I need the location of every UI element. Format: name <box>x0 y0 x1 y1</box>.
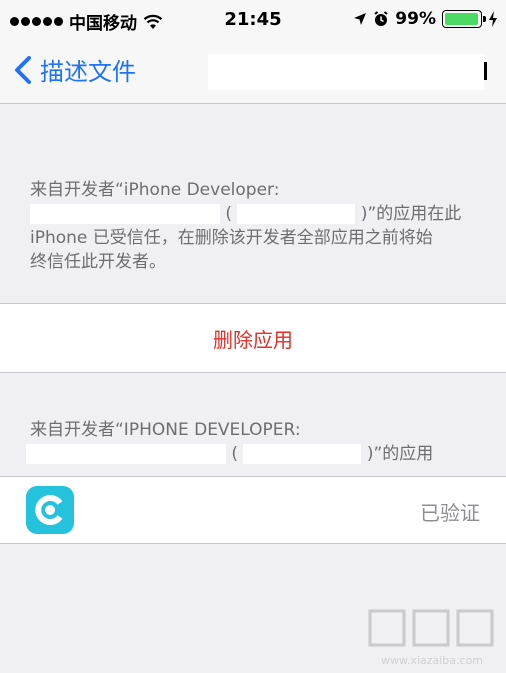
chevron-left-icon <box>15 55 31 84</box>
trust-line-2: ( )”的应用在此 <box>30 202 506 226</box>
back-button[interactable]: 描述文件 <box>12 52 136 87</box>
verified-status: 已验证 <box>420 501 480 525</box>
battery-icon <box>442 10 486 28</box>
apps-section-header: 来自开发者“IPHONE DEVELOPER: ( )”的应用 <box>0 418 506 466</box>
navigation-bar: 描述文件 <box>0 40 506 104</box>
watermark-url: www.xiazaiba.com <box>380 654 484 667</box>
redacted-developer-name <box>30 204 220 224</box>
app-icon <box>26 486 74 534</box>
redacted-title <box>208 54 484 90</box>
trust-line-4: 终信任此开发者。 <box>30 252 166 272</box>
watermark: www.xiazaiba.com <box>366 605 498 667</box>
apps-header-line-2: ( )”的应用 <box>26 442 506 466</box>
charging-icon <box>489 11 497 27</box>
status-bar: 中国移动 21:45 99% <box>0 0 506 40</box>
status-right: 99% <box>353 9 498 29</box>
redacted-developer-id <box>237 204 356 224</box>
redacted-developer-id-2 <box>243 444 362 464</box>
trust-description: 来自开发者“iPhone Developer: ( )”的应用在此 iPhone… <box>0 178 506 274</box>
redacted-developer-name-2 <box>26 444 226 464</box>
title-edge-mark <box>484 62 487 80</box>
delete-app-button[interactable]: 删除应用 <box>0 303 506 373</box>
trust-line-1: 来自开发者“iPhone Developer: <box>30 180 280 200</box>
trust-line-3: iPhone 已受信任，在删除该开发者全部应用之前将始 <box>30 228 433 248</box>
battery-percent: 99% <box>395 9 436 29</box>
location-arrow-icon <box>354 13 367 25</box>
battery-fill <box>445 13 478 25</box>
watermark-logo <box>368 609 494 647</box>
apps-header-line-1: 来自开发者“IPHONE DEVELOPER: <box>30 420 301 440</box>
back-button-label: 描述文件 <box>40 58 136 86</box>
app-c-logo-icon <box>35 495 63 525</box>
delete-app-label: 删除应用 <box>213 327 293 352</box>
app-list-item[interactable]: 已验证 <box>0 476 506 544</box>
alarm-icon <box>374 11 388 26</box>
